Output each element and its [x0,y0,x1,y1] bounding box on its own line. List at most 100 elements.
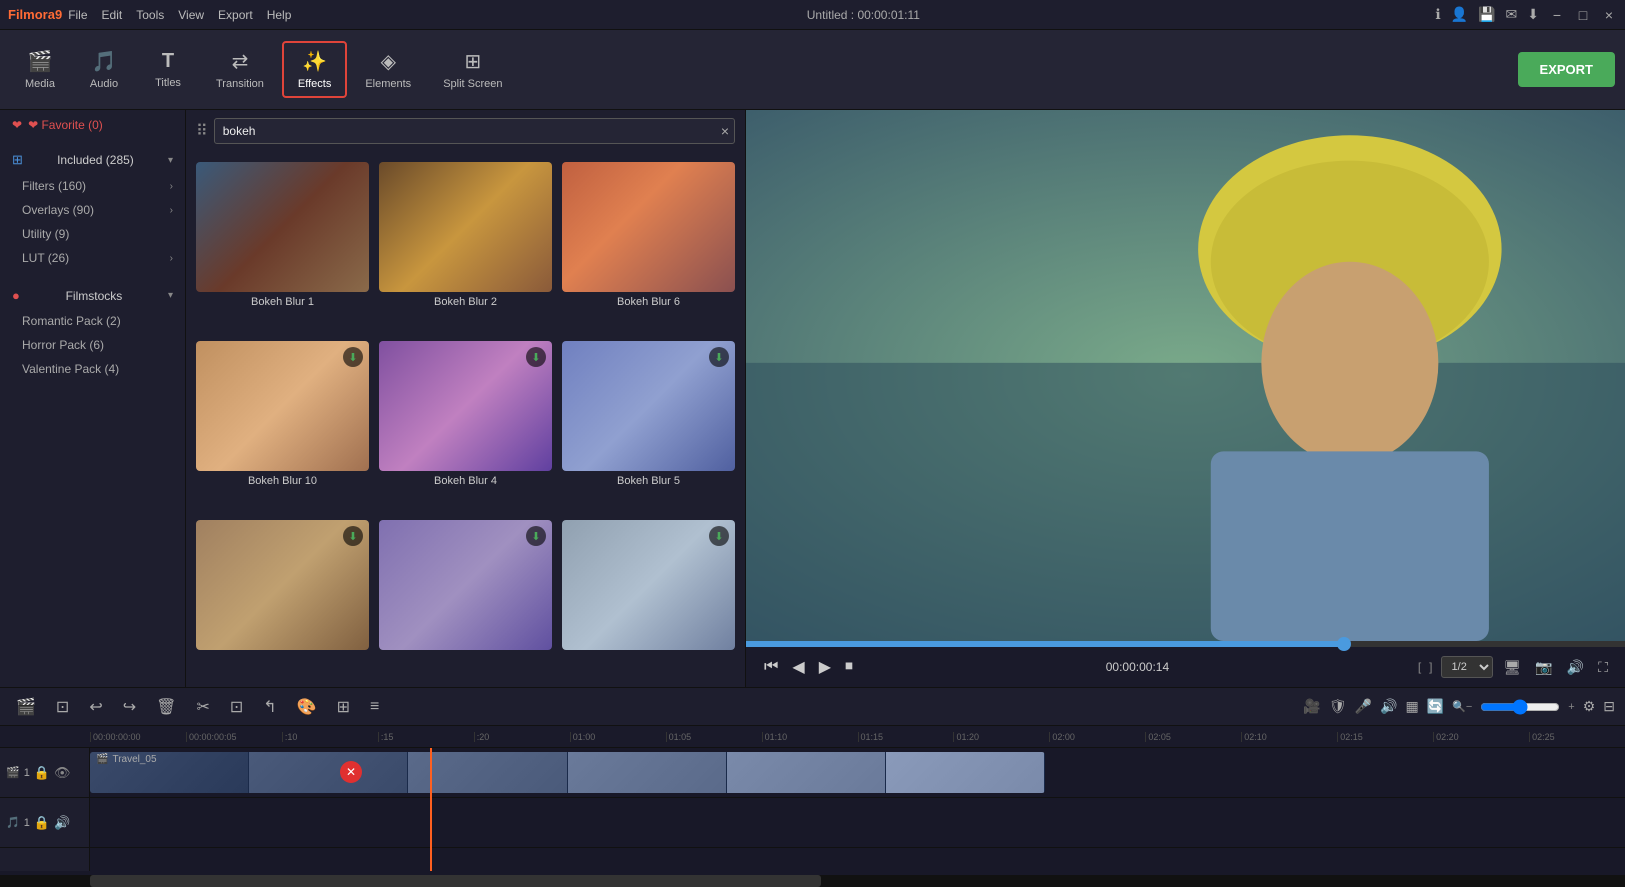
menu-file[interactable]: File [68,8,87,22]
included-chevron: ▾ [168,155,173,166]
monitor-icon[interactable]: 🖥 [1501,656,1525,679]
effect-bokeh-extra-1[interactable]: ⬇ [196,520,369,677]
info-icon[interactable]: ℹ [1435,6,1440,23]
filters-item[interactable]: Filters (160) › [0,174,185,198]
filters-arrow: › [170,181,173,192]
user-icon[interactable]: 👤 [1451,6,1468,23]
adjust-button[interactable]: ≡ [364,694,385,720]
toolbar-elements[interactable]: ◈ Elements [351,43,425,96]
mail-icon[interactable]: ✉ [1506,6,1518,23]
undo2-button[interactable]: ↰ [257,693,282,721]
effect-bokeh-blur-4[interactable]: ⬇ Bokeh Blur 4 [379,341,552,510]
close-button[interactable]: × [1601,7,1617,23]
clip-frame-4 [568,752,727,793]
heart-icon: ❤ [12,118,22,132]
frame-button[interactable]: ⊞ [331,693,356,721]
effect-bokeh-blur-5[interactable]: ⬇ Bokeh Blur 5 [562,341,735,510]
titlebar-menu: File Edit Tools View Export Help [68,8,291,22]
play-button[interactable]: ▶ [815,653,835,681]
undo-button[interactable]: ↩ [83,693,108,721]
export-button[interactable]: EXPORT [1518,52,1615,87]
grid-icon: ⊞ [12,152,23,168]
toolbar-transition[interactable]: ⇄ Transition [202,43,278,96]
volume-icon[interactable]: 🔊 [1564,656,1587,679]
redo-button[interactable]: ↪ [117,693,142,721]
toolbar-media[interactable]: 🎬 Media [10,43,70,96]
vol-tl-icon[interactable]: 🔊 [1380,698,1397,715]
effect-bokeh-blur-1[interactable]: Bokeh Blur 1 [196,162,369,331]
ruler-mark-1: 00:00:00:05 [186,732,282,742]
overlays-item[interactable]: Overlays (90) › [0,198,185,222]
snap-button[interactable]: ⊡ [50,693,75,721]
timeline-toolbar: 🎬 ⊡ ↩ ↪ 🗑 ✂ ⊡ ↰ 🎨 ⊞ ≡ 🎥 🛡 🎤 🔊 ▦ 🔄 🔍− + ⚙… [0,688,1625,726]
audio-track-icon: 🎵 [6,816,20,829]
rewind-button[interactable]: ◀ [788,653,808,681]
maximize-button[interactable]: □ [1575,7,1591,23]
cut-button[interactable]: ✂ [190,693,215,721]
fullscreen-icon[interactable]: ⛶ [1595,656,1611,679]
utility-item[interactable]: Utility (9) [0,222,185,246]
ruler-mark-4: :20 [474,732,570,742]
lut-item[interactable]: LUT (26) › [0,246,185,270]
download-icon[interactable]: ⬇ [1527,6,1539,23]
bokeh-blur-5-name: Bokeh Blur 5 [562,475,735,487]
color-button[interactable]: 🎨 [291,693,323,721]
elements-icon: ◈ [381,49,396,74]
filmstocks-chevron: ▾ [168,290,173,301]
settings-tl-icon[interactable]: ⚙ [1583,698,1596,715]
camera-icon[interactable]: 📷 [1532,656,1555,679]
effect-bokeh-blur-2[interactable]: Bokeh Blur 2 [379,162,552,331]
expand-tl-icon[interactable]: ⊟ [1603,698,1615,715]
zoom-slider[interactable] [1480,699,1560,715]
crop-button[interactable]: ⊡ [224,693,249,721]
menu-export[interactable]: Export [218,8,253,22]
included-header[interactable]: ⊞ Included (285) ▾ [0,146,185,174]
favorite-section[interactable]: ❤ ❤ Favorite (0) [0,110,185,140]
filmstocks-header[interactable]: ● Filmstocks ▾ [0,282,185,309]
toolbar-titles[interactable]: T Titles [138,44,198,95]
stop-button[interactable]: ⏹ [841,654,857,680]
ruler-mark-12: 02:10 [1241,732,1337,742]
audio-vol-icon[interactable]: 🔊 [54,815,70,831]
lock-icon[interactable]: 🔒 [34,765,50,781]
loop-tl-icon[interactable]: 🔄 [1427,698,1444,715]
menu-view[interactable]: View [178,8,204,22]
clip-frame-6 [886,752,1045,793]
overlay-tl-icon[interactable]: ▦ [1405,698,1418,715]
preview-timecode: 00:00:00:14 [1106,660,1169,674]
toolbar-audio[interactable]: 🎵 Audio [74,43,134,96]
search-input[interactable] [214,118,735,144]
toolbar-effects[interactable]: ✨ Effects [282,41,347,98]
timeline-scrollbar[interactable] [90,875,821,887]
video-clip[interactable]: 🎬 Travel_05 ✕ [90,752,1045,793]
search-clear-button[interactable]: × [721,123,729,139]
progress-bar[interactable] [746,641,1625,647]
eye-icon[interactable]: 👁 [54,765,71,781]
camera-tl-icon[interactable]: 🎥 [1303,698,1320,715]
toolbar-split-screen[interactable]: ⊞ Split Screen [429,43,516,96]
effect-bokeh-extra-2[interactable]: ⬇ [379,520,552,677]
audio-lock-icon[interactable]: 🔒 [34,815,50,831]
effect-bokeh-blur-6[interactable]: Bokeh Blur 6 [562,162,735,331]
romantic-pack-item[interactable]: Romantic Pack (2) [0,309,185,333]
effect-bokeh-extra-3[interactable]: ⬇ [562,520,735,677]
add-media-button[interactable]: 🎬 [10,693,42,721]
mic-tl-icon[interactable]: 🎤 [1355,698,1372,715]
ruler-mark-0: 00:00:00:00 [90,732,186,742]
shield-tl-icon[interactable]: 🛡 [1329,698,1347,715]
timeline-tracks-left: 🎬 1 🔒 👁 🎵 1 🔒 🔊 [0,748,90,871]
minimize-button[interactable]: − [1549,7,1565,23]
horror-pack-item[interactable]: Horror Pack (6) [0,333,185,357]
valentine-pack-item[interactable]: Valentine Pack (4) [0,357,185,381]
menu-help[interactable]: Help [267,8,292,22]
prev-frame-button[interactable]: ⏮ [760,654,782,680]
save-icon[interactable]: 💾 [1478,6,1495,23]
menu-edit[interactable]: Edit [102,8,123,22]
bokeh-blur-1-name: Bokeh Blur 1 [196,296,369,308]
timeline-content: 🎬 1 🔒 👁 🎵 1 🔒 🔊 [0,748,1625,871]
effect-bokeh-blur-10[interactable]: ⬇ Bokeh Blur 10 [196,341,369,510]
quality-select[interactable]: 1/2 1/4 Full [1441,656,1493,678]
delete-button[interactable]: 🗑 [150,693,182,721]
menu-tools[interactable]: Tools [136,8,164,22]
split-screen-icon: ⊞ [464,49,481,74]
